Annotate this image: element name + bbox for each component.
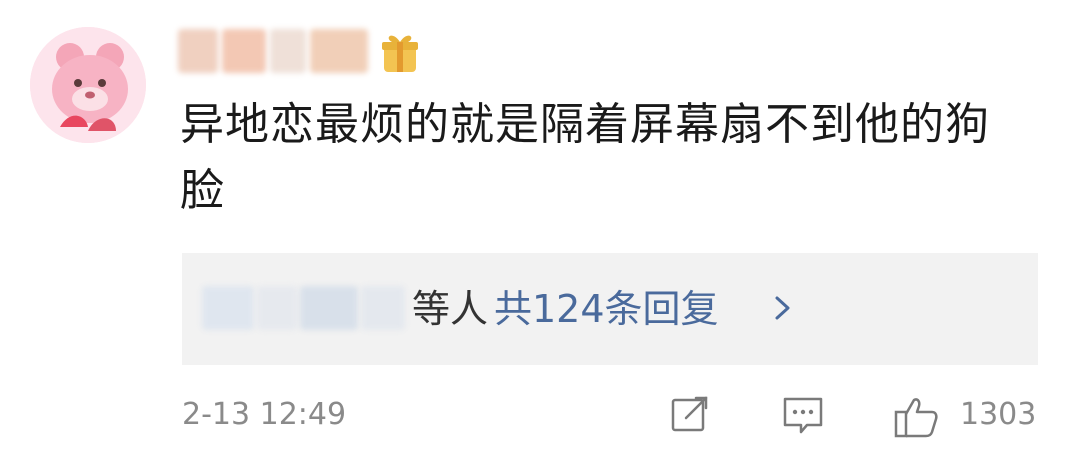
replies-preview[interactable]: 等人 共124条回复	[182, 253, 1038, 365]
comment-button[interactable]	[780, 392, 826, 442]
like-button[interactable]	[892, 392, 942, 446]
gift-badge-icon	[380, 30, 420, 76]
share-button[interactable]	[668, 392, 712, 440]
reply-users-blurred	[202, 286, 407, 330]
comment-screen: { "comment": { "text": "异地恋最烦的就是隔着屏幕扇不到他…	[0, 0, 1073, 461]
reply-users-suffix: 等人	[412, 287, 489, 331]
comment-icon	[783, 397, 823, 434]
share-icon	[671, 396, 708, 432]
comment-timestamp: 2-13 12:49	[182, 397, 347, 432]
like-count: 1303	[960, 397, 1037, 432]
view-replies-link[interactable]: 共124条回复	[494, 285, 719, 333]
avatar[interactable]	[30, 27, 146, 143]
thumbs-up-icon	[894, 398, 938, 438]
comment-text: 异地恋最烦的就是隔着屏幕扇不到他的狗脸	[180, 99, 990, 216]
username-blurred[interactable]	[178, 20, 368, 82]
chevron-right-icon[interactable]	[772, 293, 794, 323]
